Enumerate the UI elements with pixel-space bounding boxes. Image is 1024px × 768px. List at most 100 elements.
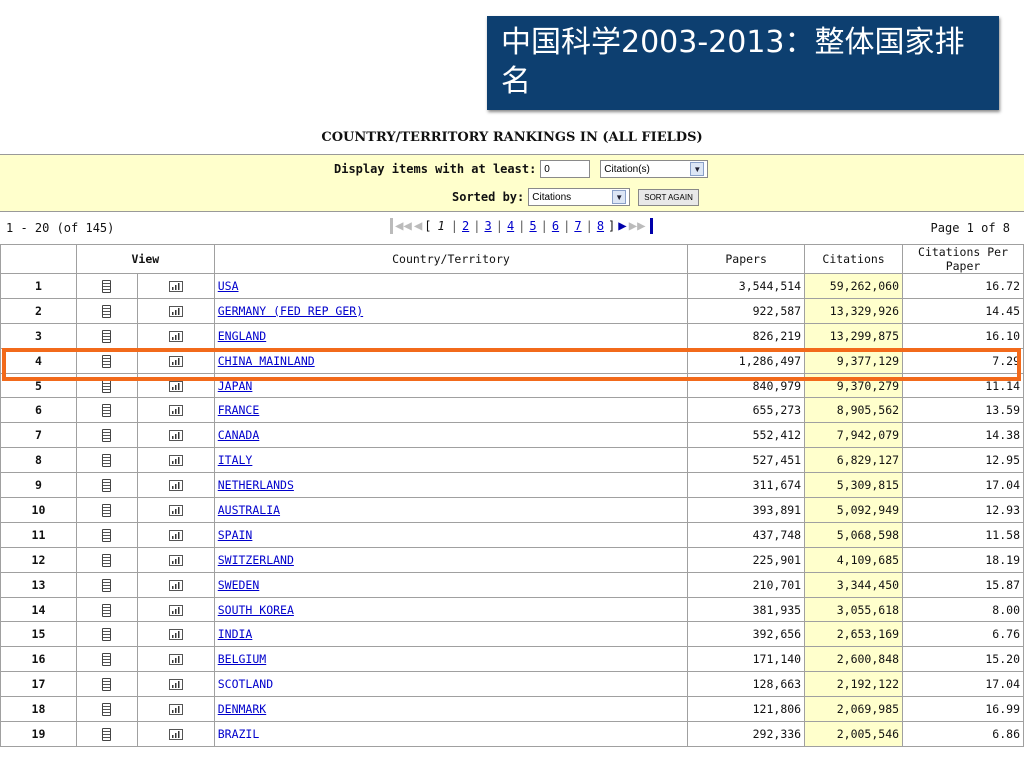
bar-chart-icon[interactable] [168,504,183,516]
document-icon[interactable] [102,354,112,368]
document-icon[interactable] [102,429,112,443]
document-icon[interactable] [102,653,112,667]
bar-chart-icon[interactable] [168,679,183,691]
table-row: 5 JAPAN 840,979 9,370,279 11.14 [0,372,1024,399]
country-cell: DENMARK [213,696,689,723]
table-row: 10 AUSTRALIA 393,891 5,092,949 12.93 [0,497,1024,523]
papers-cell: 840,979 [687,372,806,399]
citations-cell: 9,377,129 [804,347,904,374]
view-header: View [75,244,215,274]
bar-chart-icon[interactable] [168,579,183,591]
country-link[interactable]: INDIA [218,627,253,641]
country-link[interactable]: SWITZERLAND [218,553,294,567]
citations-header[interactable]: Citations [804,244,904,274]
bar-chart-icon[interactable] [168,380,183,392]
document-icon[interactable] [102,404,112,418]
citations-cell: 2,005,546 [804,721,904,747]
country-link[interactable]: BELGIUM [218,652,266,666]
document-icon[interactable] [102,329,112,343]
last-page-icon[interactable] [649,218,653,234]
country-link[interactable]: SOUTH KOREA [218,603,294,617]
table-row: 6 FRANCE 655,273 8,905,562 13.59 [0,397,1024,424]
document-icon[interactable] [102,727,112,741]
country-link[interactable]: SWEDEN [218,578,260,592]
sort-select[interactable]: Citations ▼ [528,188,631,206]
document-icon[interactable] [102,279,112,293]
cpp-cell: 15.20 [902,646,1024,673]
document-icon[interactable] [102,479,112,493]
rank-header [0,244,77,274]
document-icon[interactable] [102,603,112,617]
country-link[interactable]: FRANCE [218,403,260,417]
country-header[interactable]: Country/Territory [213,244,689,274]
record-cell [75,546,138,573]
page-link[interactable]: 5 [529,219,536,233]
document-icon[interactable] [102,703,112,717]
bar-chart-icon[interactable] [168,355,183,367]
bar-chart-icon[interactable] [168,554,183,566]
country-link[interactable]: SCOTLAND [218,677,273,691]
min-value-input[interactable] [540,160,591,178]
document-icon[interactable] [102,628,112,642]
citations-per-paper-header[interactable]: Citations Per Paper [902,244,1024,274]
bar-chart-icon[interactable] [168,529,183,541]
country-link[interactable]: SPAIN [218,528,253,542]
record-cell [75,571,138,598]
citations-cell: 3,344,450 [804,571,904,598]
citations-cell: 2,069,985 [804,696,904,723]
bar-chart-icon[interactable] [168,480,183,492]
record-cell [75,347,138,374]
bar-chart-icon[interactable] [168,405,183,417]
bar-chart-icon[interactable] [168,305,183,317]
bar-chart-icon[interactable] [168,604,183,616]
page-link[interactable]: 6 [552,219,559,233]
papers-cell: 292,336 [687,721,806,747]
country-link[interactable]: BRAZIL [218,727,260,741]
table-row: 14 SOUTH KOREA 381,935 3,055,618 8.00 [0,596,1024,623]
sort-again-button[interactable]: SORT AGAIN [638,188,699,206]
page-link[interactable]: 4 [507,219,514,233]
country-link[interactable]: ITALY [218,453,253,467]
bar-chart-icon[interactable] [168,704,183,716]
document-icon[interactable] [102,304,112,318]
page-link[interactable]: 7 [574,219,581,233]
bar-chart-icon[interactable] [168,330,183,342]
bar-chart-icon[interactable] [168,430,183,442]
country-link[interactable]: JAPAN [218,379,253,393]
country-link[interactable]: AUSTRALIA [218,503,280,517]
document-icon[interactable] [102,454,112,468]
papers-cell: 1,286,497 [687,347,806,374]
bar-chart-icon[interactable] [168,654,183,666]
papers-header[interactable]: Papers [687,244,806,274]
document-icon[interactable] [102,528,112,542]
bar-chart-icon[interactable] [168,280,183,292]
document-icon[interactable] [102,379,112,393]
papers-cell: 381,935 [687,596,806,623]
document-icon[interactable] [102,503,112,517]
record-cell [75,721,138,747]
page-link[interactable]: 8 [597,219,604,233]
record-cell [75,671,138,698]
country-link[interactable]: USA [218,279,239,293]
bar-chart-icon[interactable] [168,629,183,641]
bar-chart-icon[interactable] [168,728,183,740]
table-row: 15 INDIA 392,656 2,653,169 6.76 [0,621,1024,648]
country-link[interactable]: CHINA MAINLAND [218,354,315,368]
country-link[interactable]: ENGLAND [218,329,266,343]
page-link[interactable]: 2 [462,219,469,233]
bar-chart-icon[interactable] [168,455,183,467]
country-link[interactable]: CANADA [218,428,260,442]
analyze-cell [136,322,215,349]
country-link[interactable]: NETHERLANDS [218,478,294,492]
cpp-cell: 15.87 [902,571,1024,598]
country-link[interactable]: GERMANY (FED REP GER) [218,304,363,318]
record-cell [75,397,138,424]
country-link[interactable]: DENMARK [218,702,266,716]
unit-select[interactable]: Citation(s) ▼ [600,160,709,178]
document-icon[interactable] [102,578,112,592]
country-cell: ENGLAND [213,322,689,349]
next-page-icon[interactable]: ▶ [618,218,626,234]
document-icon[interactable] [102,678,112,692]
page-link[interactable]: 3 [484,219,491,233]
document-icon[interactable] [102,553,112,567]
